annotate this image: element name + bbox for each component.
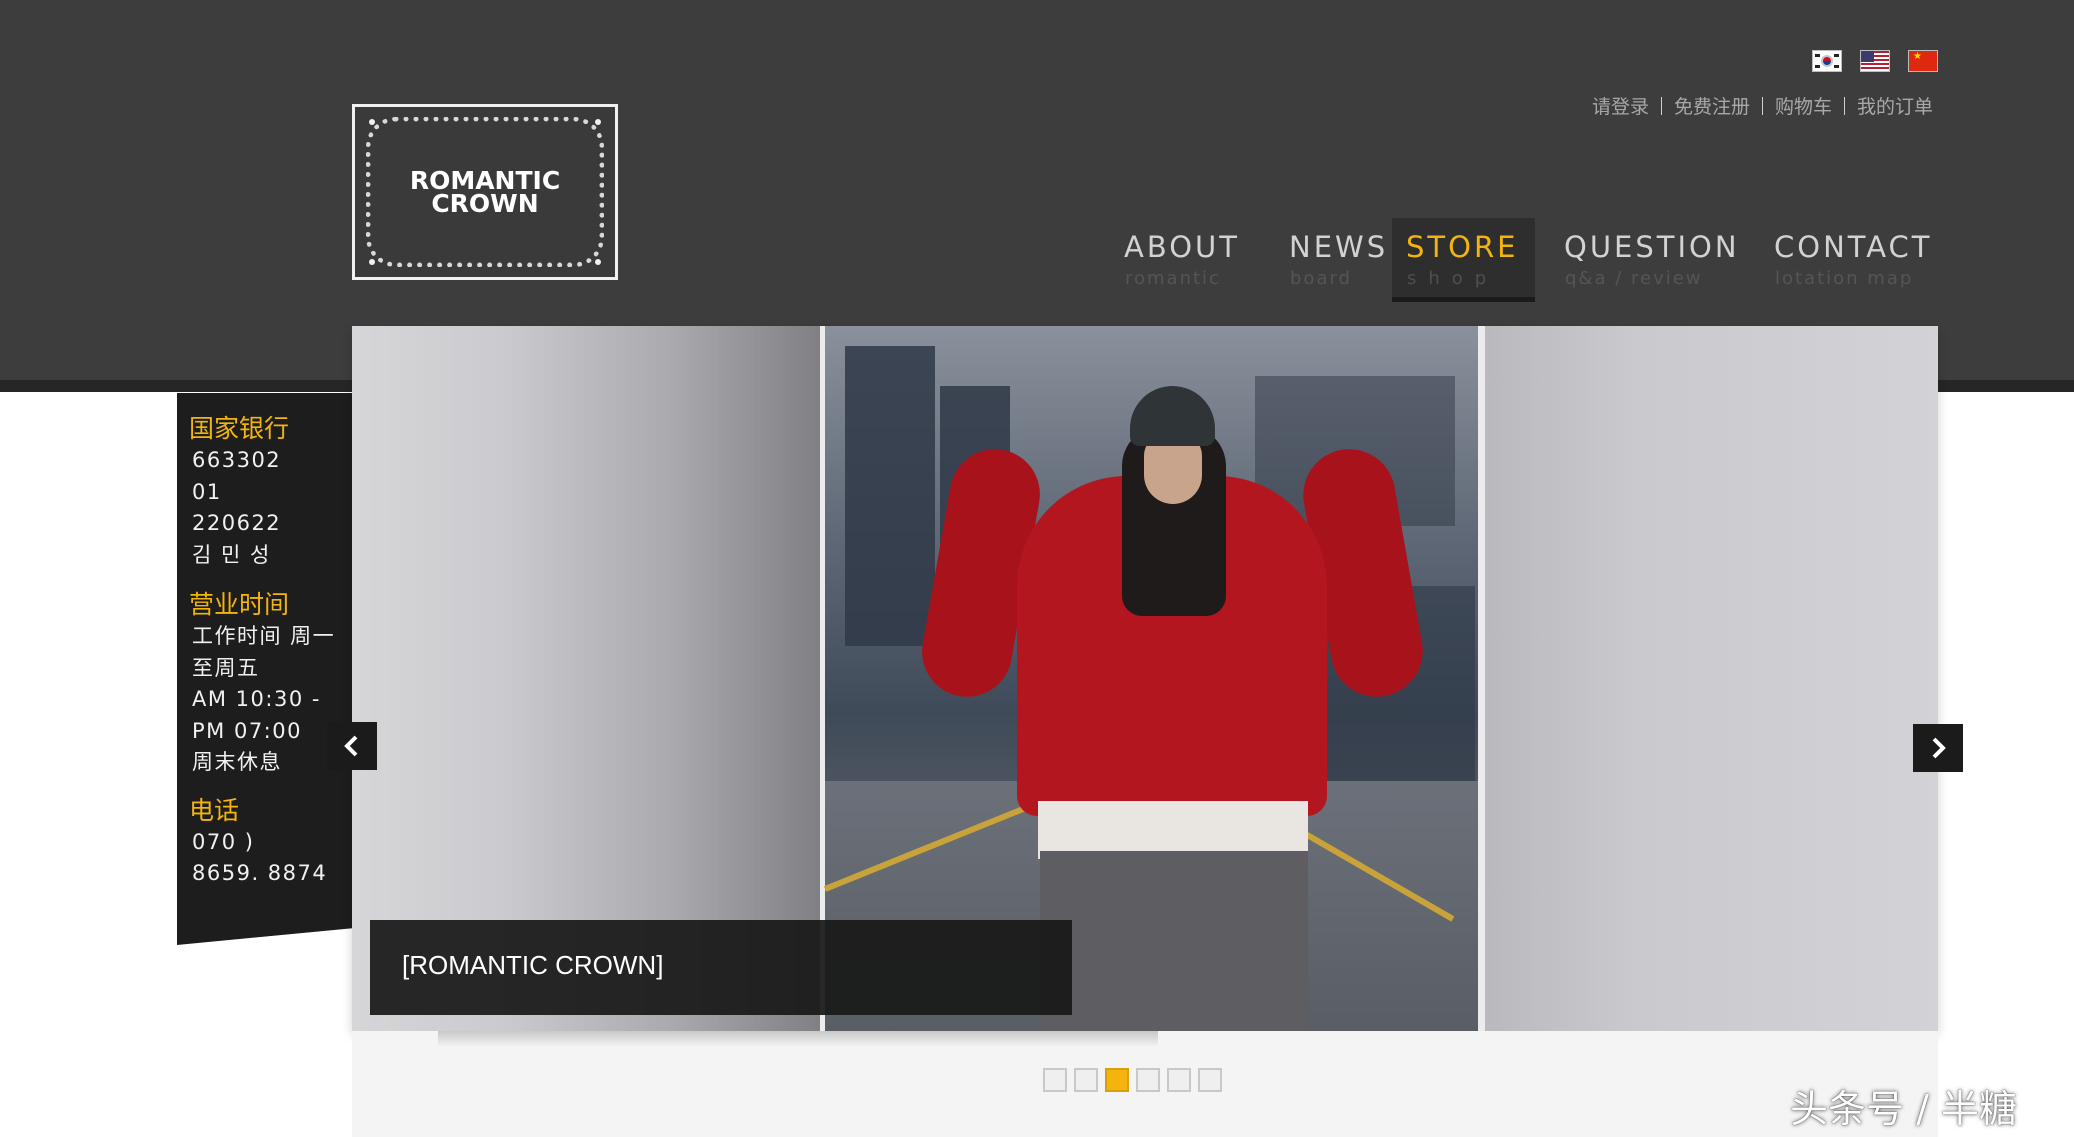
nav-item-store[interactable]: STORE shop (1392, 218, 1535, 302)
header-background (0, 0, 2074, 380)
chevron-left-icon (344, 735, 358, 757)
nav-item-news[interactable]: NEWS board (1275, 218, 1385, 302)
slider-next-button[interactable] (1913, 724, 1963, 772)
bank-line: 220622 (192, 511, 282, 535)
slider-pagination (1043, 1068, 1222, 1092)
phone-line: 070 ) (192, 829, 255, 854)
hero-slider: [ROMANTIC CROWN] (352, 326, 1938, 1031)
slider-dot-active[interactable] (1105, 1068, 1129, 1092)
nav-label: NEWS (1289, 230, 1389, 264)
cart-link[interactable]: 购物车 (1775, 92, 1832, 119)
bank-title: 国家银行 (189, 414, 290, 443)
nav-sublabel: lotation map (1775, 268, 1914, 289)
slide-caption: [ROMANTIC CROWN] (370, 920, 1072, 1015)
hours-line: AM 10:30 - (192, 687, 321, 711)
slide-image-detail (1040, 851, 1308, 1031)
slide-background (1478, 326, 1938, 1031)
login-link[interactable]: 请登录 (1592, 92, 1649, 119)
hours-title: 营业时间 (189, 590, 290, 619)
store-info-panel: 国家银行 663302 01 220622 김 민 성 营业时间 工作时间 周一… (177, 393, 355, 945)
phone-info: 电话 070 ) 8659. 8874 (177, 795, 355, 890)
slider-prev-button[interactable] (327, 722, 377, 770)
usa-flag-icon[interactable] (1860, 50, 1890, 72)
hours-line: 工作时间 周一 (192, 624, 336, 648)
bank-line: 01 (192, 479, 222, 504)
slide-image-detail (1130, 386, 1215, 446)
link-separator (1761, 96, 1763, 115)
logo-line-2: CROWN (431, 189, 539, 218)
nav-label: QUESTION (1564, 230, 1740, 264)
nav-item-about[interactable]: ABOUT romantic (1110, 218, 1237, 302)
register-link[interactable]: 免费注册 (1674, 92, 1750, 119)
nav-sublabel: board (1290, 268, 1352, 289)
hours-line: 至周五 (192, 655, 260, 680)
logo-corner-dot (595, 119, 601, 125)
nav-label: ABOUT (1124, 230, 1240, 264)
site-logo[interactable]: ROMANTIC CROWN (352, 104, 618, 280)
watermark: 头条号 / 半糖 (1790, 1087, 2017, 1131)
korea-flag-icon[interactable] (1812, 50, 1842, 72)
slider-dot[interactable] (1198, 1068, 1222, 1092)
chevron-right-icon (1932, 737, 1946, 759)
slider-dot[interactable] (1167, 1068, 1191, 1092)
china-flag-icon[interactable]: ★ (1908, 50, 1938, 72)
language-flags: ★ (1812, 50, 1938, 72)
logo-corner-dot (595, 259, 601, 265)
nav-item-contact[interactable]: CONTACT lotation map (1760, 218, 1930, 302)
link-separator (1660, 96, 1662, 115)
bank-line: 김 민 성 (192, 542, 271, 567)
account-links: 请登录 免费注册 购物车 我的订单 (1592, 92, 1933, 119)
slider-shadow (438, 1031, 1158, 1047)
phone-line: 8659. 8874 (192, 861, 328, 885)
nav-label: CONTACT (1774, 230, 1933, 264)
link-separator (1843, 96, 1845, 115)
logo-text: ROMANTIC CROWN (355, 168, 615, 218)
slider-dot[interactable] (1074, 1068, 1098, 1092)
my-orders-link[interactable]: 我的订单 (1857, 92, 1933, 119)
logo-corner-dot (369, 259, 375, 265)
phone-title: 电话 (189, 795, 240, 825)
bank-line: 663302 (192, 448, 282, 472)
slider-dot[interactable] (1136, 1068, 1160, 1092)
bank-info: 国家银行 663302 01 220622 김 민 성 (177, 413, 355, 571)
nav-item-question[interactable]: QUESTION q&a / review (1550, 218, 1737, 302)
nav-sublabel: q&a / review (1565, 268, 1703, 289)
slider-dot[interactable] (1043, 1068, 1067, 1092)
nav-sublabel: shop (1407, 268, 1499, 289)
logo-corner-dot (369, 119, 375, 125)
slide-image-detail (845, 346, 935, 646)
slide-caption-text: [ROMANTIC CROWN] (402, 950, 664, 980)
nav-sublabel: romantic (1125, 268, 1221, 289)
nav-label: STORE (1406, 230, 1519, 264)
page: ★ 请登录 免费注册 购物车 我的订单 ROMANTIC CROWN ABOUT… (0, 0, 2074, 1137)
